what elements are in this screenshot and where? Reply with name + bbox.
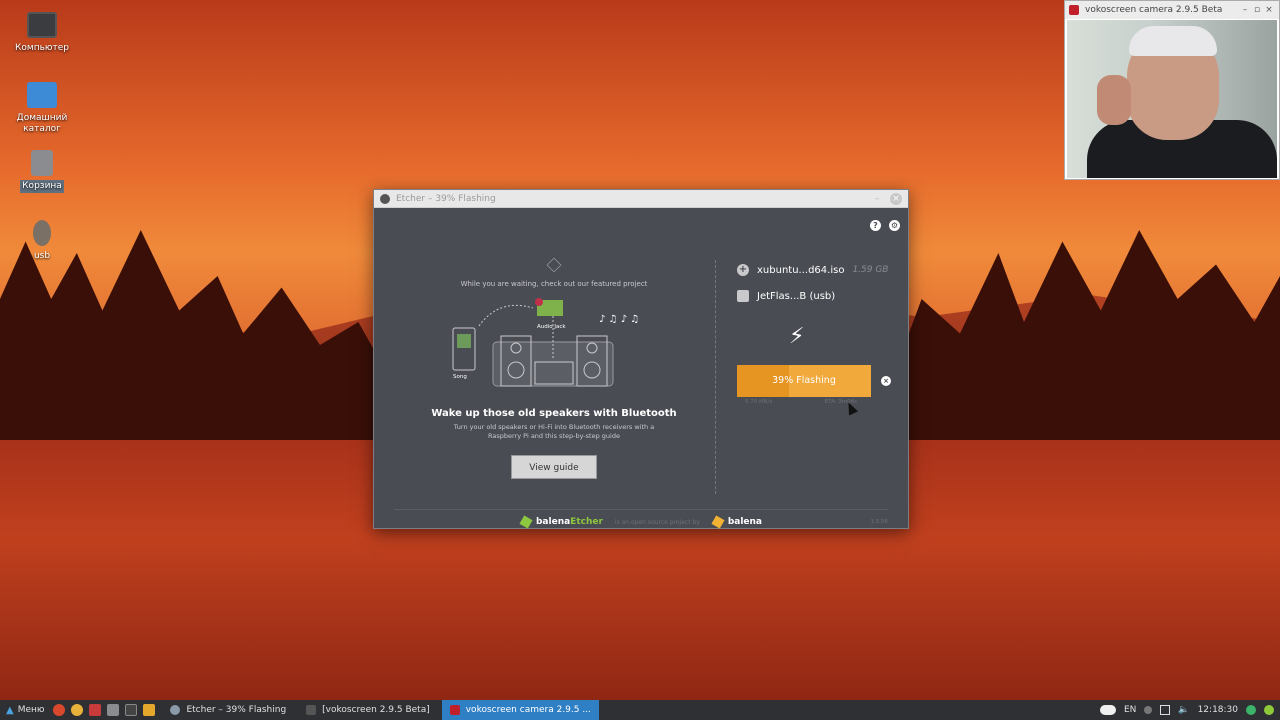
desktop-icon-label: usb — [33, 251, 51, 261]
volume-icon[interactable]: 🔈 — [1178, 705, 1189, 715]
task-vokoscreen[interactable]: [vokoscreen 2.9.5 Beta] — [298, 700, 438, 720]
task-vokoscreen-camera[interactable]: vokoscreen camera 2.9.5 ... — [441, 700, 599, 720]
version-label: 1.5.56 — [870, 519, 889, 525]
firefox-icon[interactable] — [53, 704, 66, 716]
featured-headline: Wake up those old speakers with Bluetoot… — [431, 408, 677, 419]
start-menu-button[interactable]: ▲ Меню — [0, 705, 50, 716]
window-title: vokoscreen camera 2.9.5 Beta — [1085, 5, 1223, 15]
image-selection[interactable]: + xubuntu...d64.iso 1.59 GB — [737, 260, 897, 280]
drive-selection[interactable]: JetFlas...B (usb) — [737, 286, 897, 306]
audio-jack-label: Audio Jack — [537, 324, 566, 330]
balena-logo-icon — [711, 515, 725, 529]
menu-icon: ▲ — [6, 704, 14, 716]
vokoscreen-task-icon — [306, 705, 317, 715]
taskbar: ▲ Меню Etcher – 39% Flashing [vokoscreen… — [0, 700, 1280, 720]
etcher-titlebar[interactable]: Etcher – 39% Flashing – × — [374, 190, 908, 208]
etcher-window: Etcher – 39% Flashing – × ? ⚙ While you … — [373, 189, 909, 529]
flash-bolt-icon: ⚡ — [789, 324, 805, 349]
filezilla-icon[interactable] — [89, 704, 102, 716]
image-name: xubuntu...d64.iso — [757, 264, 845, 276]
keyboard-layout[interactable]: EN — [1124, 705, 1136, 715]
window-title: Etcher – 39% Flashing — [396, 193, 496, 204]
home-folder-icon — [27, 82, 57, 108]
featured-project-panel: While you are waiting, check out our fea… — [394, 257, 714, 498]
pane-divider — [715, 260, 716, 494]
settings-gear-icon[interactable]: ⚙ — [889, 220, 900, 231]
song-label: Song — [453, 374, 467, 380]
featured-subtext: Turn your old speakers or Hi-Fi into Blu… — [453, 423, 655, 440]
drive-icon — [737, 290, 749, 302]
usb-drive-icon — [33, 220, 51, 246]
close-button[interactable]: × — [890, 192, 902, 205]
cube-icon — [546, 257, 562, 273]
network-icon[interactable] — [1264, 705, 1274, 715]
balena-brand[interactable]: balena — [728, 517, 762, 527]
etcher-footer: balenaEtcher is an open source project b… — [374, 515, 908, 529]
minimize-button[interactable]: – — [1239, 5, 1251, 15]
display-icon[interactable] — [1160, 705, 1171, 715]
downloader-icon[interactable] — [143, 704, 156, 716]
vokoscreen-titlebar[interactable]: vokoscreen camera 2.9.5 Beta – ▫ × — [1065, 1, 1279, 19]
desktop-icon-usb[interactable]: usb — [7, 220, 77, 263]
desktop-icon-computer[interactable]: Компьютер — [7, 12, 77, 55]
chrome-icon[interactable] — [71, 704, 84, 716]
help-icon[interactable]: ? — [870, 220, 881, 231]
etcher-task-icon — [170, 705, 181, 715]
balena-etcher-brand[interactable]: balenaEtcher — [536, 517, 603, 527]
monitor-icon — [27, 12, 57, 38]
desktop-icon-trash[interactable]: Корзина — [7, 150, 77, 193]
terminal-icon[interactable] — [125, 704, 138, 716]
svg-text:♪ ♫ ♪ ♫: ♪ ♫ ♪ ♫ — [599, 314, 639, 325]
waiting-text: While you are waiting, check out our fea… — [460, 280, 648, 288]
task-label: Etcher – 39% Flashing — [186, 705, 287, 715]
trash-icon — [31, 150, 53, 176]
footer-divider — [394, 509, 888, 510]
system-tray: EN 🔈 12:18:30 — [1099, 705, 1280, 715]
image-size: 1.59 GB — [852, 265, 889, 275]
task-etcher[interactable]: Etcher – 39% Flashing — [162, 700, 294, 720]
view-guide-button[interactable]: View guide — [511, 455, 597, 479]
webcam-feed — [1067, 20, 1277, 178]
task-label: vokoscreen camera 2.9.5 ... — [465, 705, 591, 715]
update-manager-icon[interactable] — [1246, 705, 1256, 715]
maximize-button[interactable]: ▫ — [1251, 5, 1263, 15]
drive-name: JetFlas...B (usb) — [757, 290, 836, 302]
progress-label: 39% Flashing — [772, 375, 836, 386]
flash-speed: 5.70 MB/s — [745, 399, 773, 405]
close-button[interactable]: × — [1263, 5, 1275, 15]
flash-progress-bar: 39% Flashing — [737, 365, 871, 397]
vokoscreen-camera-task-icon — [449, 705, 460, 715]
toggle-icon[interactable] — [1099, 705, 1116, 715]
cancel-flash-icon[interactable]: × — [881, 376, 891, 386]
featured-illustration: ♪ ♫ ♪ ♫ Audio Jack Song — [449, 298, 659, 398]
balena-etcher-logo-icon — [519, 515, 533, 529]
task-label: [vokoscreen 2.9.5 Beta] — [322, 705, 430, 715]
desktop-icon-label: Компьютер — [15, 43, 69, 53]
add-image-icon: + — [737, 264, 749, 276]
clock[interactable]: 12:18:30 — [1198, 705, 1238, 715]
desktop-icon-home[interactable]: Домашний каталог — [7, 82, 77, 136]
status-dot-icon[interactable] — [1144, 706, 1153, 714]
menu-label: Меню — [17, 705, 45, 715]
footer-tagline: is an open source project by — [614, 518, 700, 526]
vokoscreen-camera-window: vokoscreen camera 2.9.5 Beta – ▫ × — [1064, 0, 1280, 180]
etcher-app-icon — [380, 193, 390, 204]
files-icon[interactable] — [107, 704, 120, 716]
desktop-icon-label: Домашний каталог — [16, 113, 68, 134]
minimize-button[interactable]: – — [870, 194, 884, 204]
desktop-icon-label: Корзина — [20, 180, 64, 193]
vokoscreen-app-icon — [1069, 5, 1079, 15]
